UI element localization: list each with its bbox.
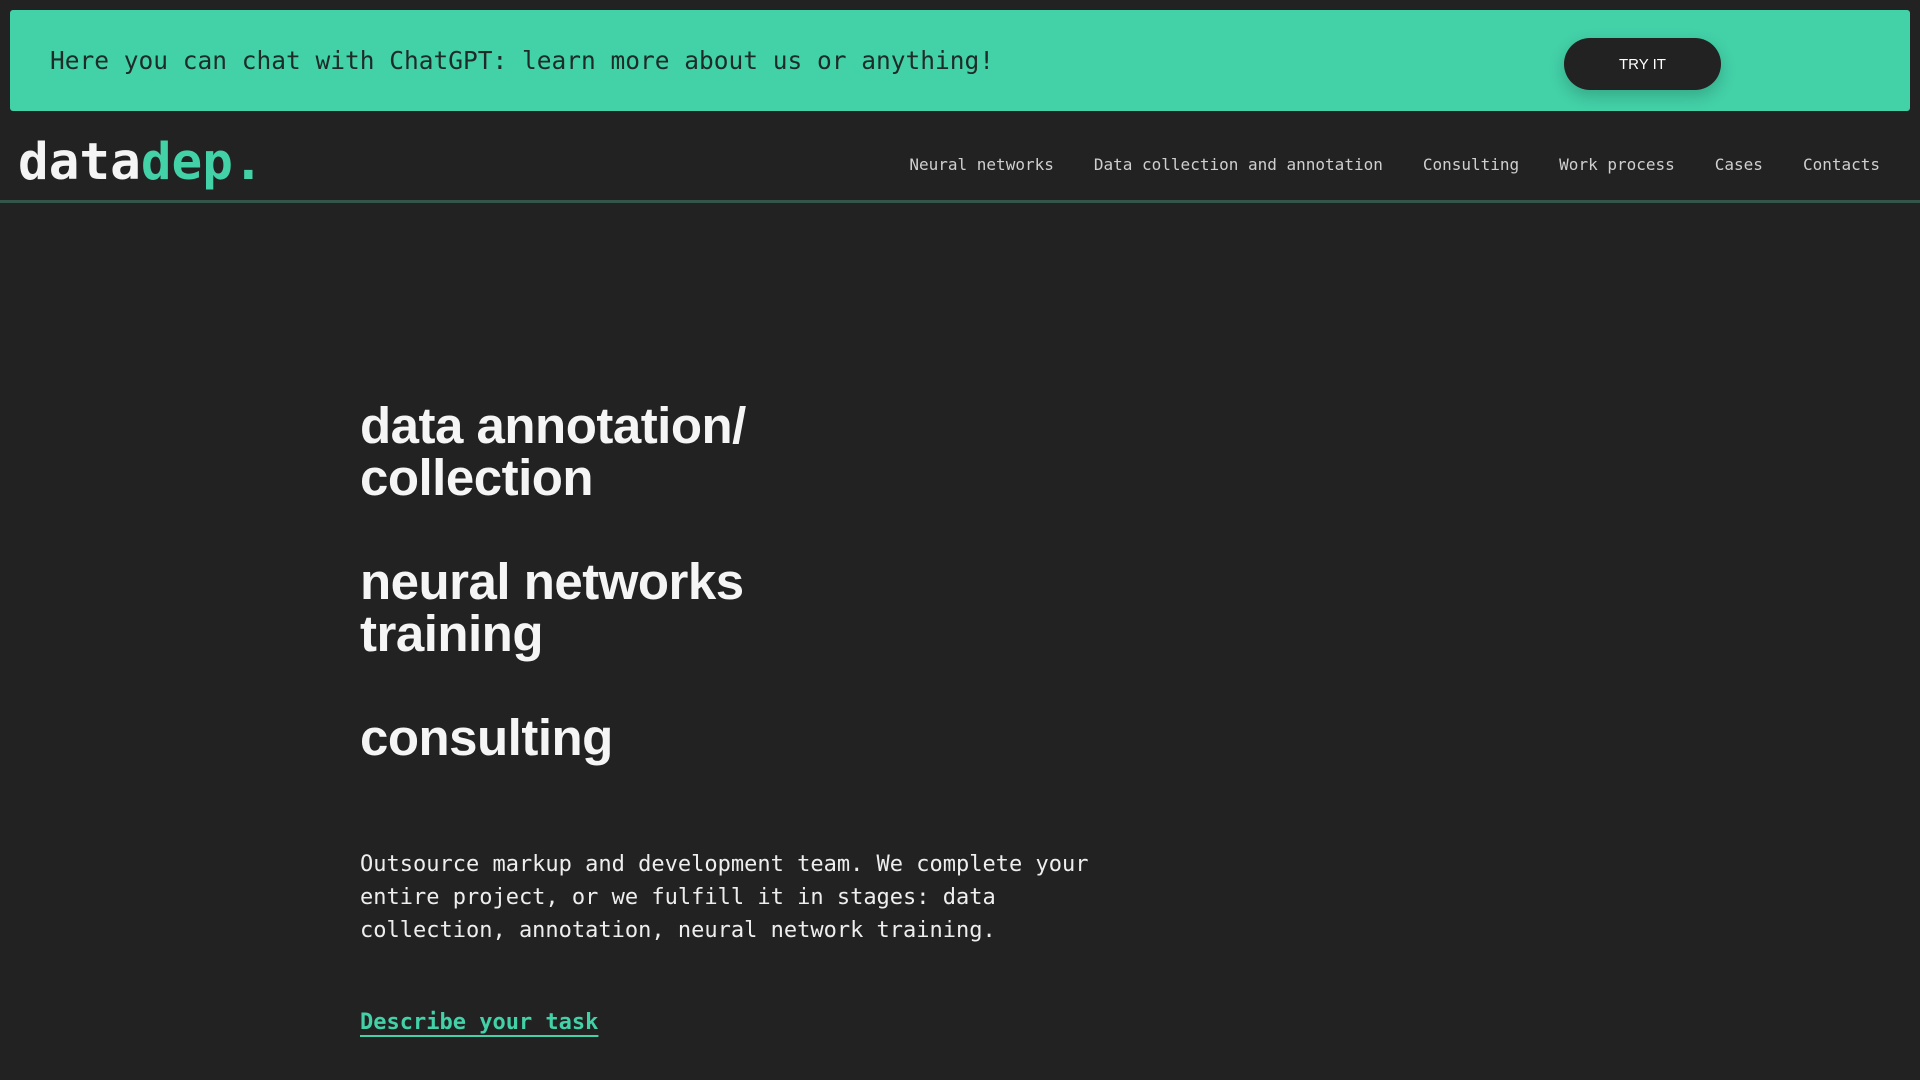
heading-line: neural networks xyxy=(360,553,744,610)
hero-headings: data annotation/collection neural networ… xyxy=(360,400,746,816)
nav-contacts[interactable]: Contacts xyxy=(1803,150,1880,180)
heading-line: collection xyxy=(360,449,594,506)
heading-line: consulting xyxy=(360,709,613,766)
hero-description: Outsource markup and development team. W… xyxy=(360,852,1089,943)
logo-part-data: data xyxy=(18,133,141,192)
heading-line: data annotation/ xyxy=(360,397,746,454)
heading-line: training xyxy=(360,605,544,662)
heading-consulting: consulting xyxy=(360,712,746,764)
try-it-button[interactable]: TRY IT xyxy=(1564,38,1721,90)
logo-part-dep: dep. xyxy=(140,133,264,192)
logo[interactable]: datadep. xyxy=(18,128,264,198)
heading-data-annotation: data annotation/collection xyxy=(360,400,746,504)
header-divider xyxy=(0,200,1920,203)
main-nav: Neural networks Data collection and anno… xyxy=(909,150,1880,180)
describe-task-link[interactable]: Describe your task xyxy=(360,1010,598,1035)
nav-work-process[interactable]: Work process xyxy=(1559,150,1675,180)
chatgpt-banner: Here you can chat with ChatGPT: learn mo… xyxy=(10,10,1910,111)
nav-cases[interactable]: Cases xyxy=(1715,150,1763,180)
banner-text: Here you can chat with ChatGPT: learn mo… xyxy=(50,46,995,75)
nav-data-collection[interactable]: Data collection and annotation xyxy=(1094,150,1383,180)
heading-neural-networks: neural networks training xyxy=(360,556,746,660)
nav-neural-networks[interactable]: Neural networks xyxy=(909,150,1054,180)
nav-consulting[interactable]: Consulting xyxy=(1423,150,1519,180)
